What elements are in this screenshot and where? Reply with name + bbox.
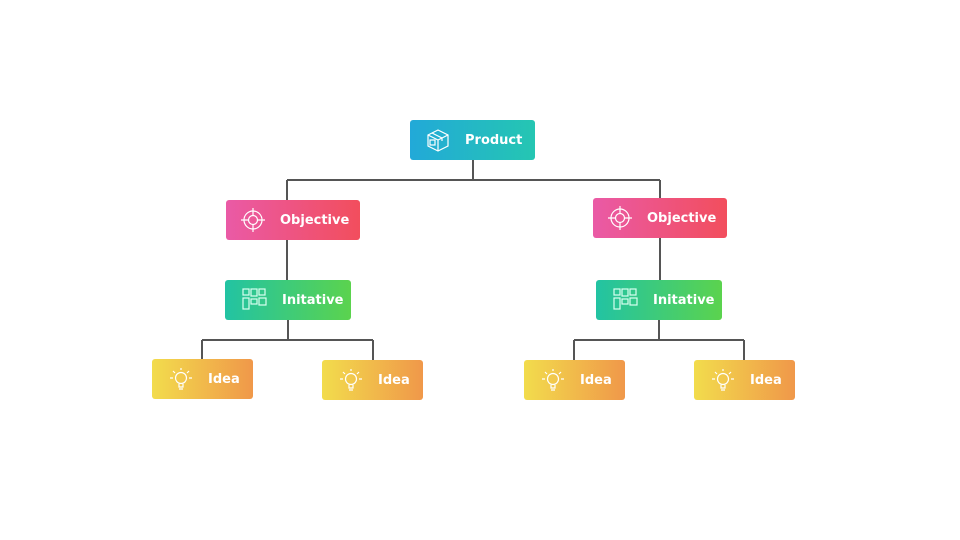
connector-initiative-right	[573, 320, 745, 360]
idea-label: Idea	[750, 372, 782, 388]
product-node[interactable]: Product	[410, 120, 535, 160]
connector-initiative-left	[201, 320, 374, 360]
lightbulb-icon	[168, 366, 194, 392]
idea-label: Idea	[580, 372, 612, 388]
box-icon	[425, 127, 451, 153]
product-label: Product	[465, 132, 523, 148]
objective-node-right[interactable]: Objective	[593, 198, 727, 238]
initiative-node-right[interactable]: Initative	[596, 280, 722, 320]
objective-node-left[interactable]: Objective	[226, 200, 360, 240]
grid-blocks-icon	[242, 287, 268, 313]
lightbulb-icon	[338, 367, 364, 393]
target-icon	[240, 207, 266, 233]
initiative-label: Initative	[282, 292, 344, 308]
idea-node[interactable]: Idea	[694, 360, 795, 400]
objective-label: Objective	[647, 210, 717, 226]
lightbulb-icon	[710, 367, 736, 393]
initiative-label: Initative	[653, 292, 715, 308]
grid-blocks-icon	[613, 287, 639, 313]
idea-label: Idea	[208, 371, 240, 387]
idea-label: Idea	[378, 372, 410, 388]
idea-node[interactable]: Idea	[524, 360, 625, 400]
idea-node[interactable]: Idea	[152, 359, 253, 399]
connector-root	[286, 160, 661, 200]
connectors	[201, 160, 745, 360]
idea-node[interactable]: Idea	[322, 360, 423, 400]
initiative-node-left[interactable]: Initative	[225, 280, 351, 320]
lightbulb-icon	[540, 367, 566, 393]
target-icon	[607, 205, 633, 231]
objective-label: Objective	[280, 212, 350, 228]
